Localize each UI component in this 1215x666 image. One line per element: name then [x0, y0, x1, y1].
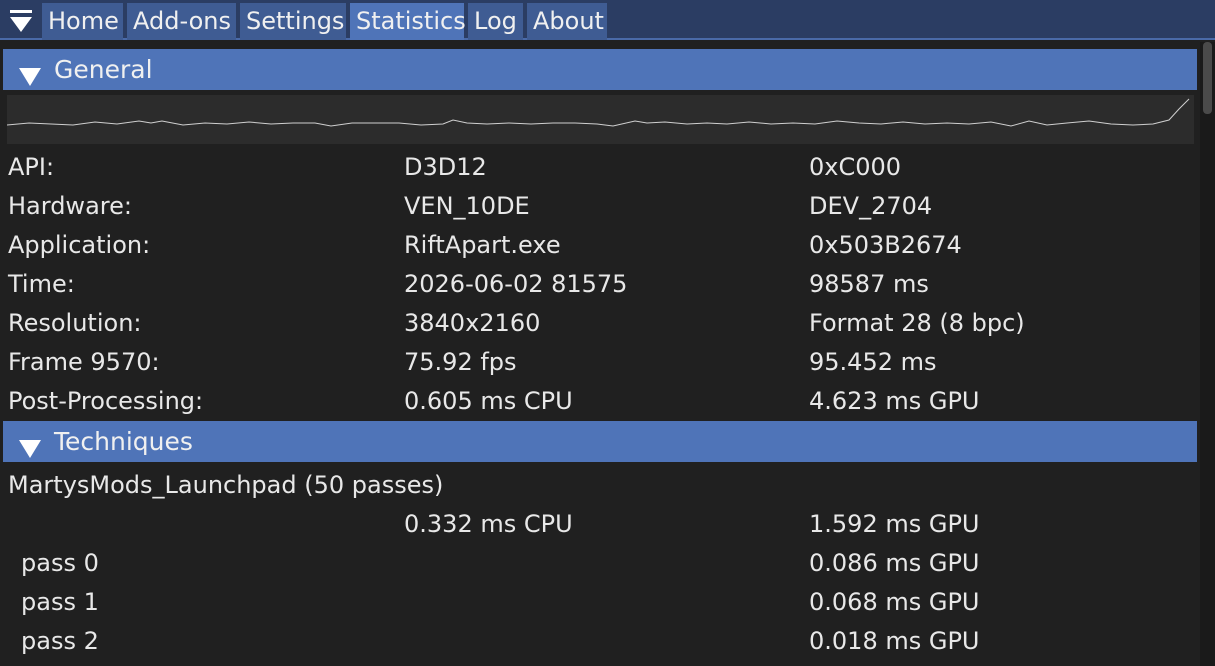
triangle-down-icon [17, 59, 43, 86]
technique-name-row: MartysMods_Launchpad (50 passes) [0, 466, 1200, 505]
tab-settings[interactable]: Settings [240, 3, 346, 40]
stat-value: RiftApart.exe [404, 231, 561, 259]
pass-row: pass 2 0.018 ms GPU [0, 622, 1200, 661]
stat-extra: 95.452 ms [809, 348, 937, 376]
pass-row: pass 0 0.086 ms GPU [0, 544, 1200, 583]
techniques-section-title: Techniques [54, 427, 193, 456]
pass-gpu-time: 0.068 ms GPU [809, 588, 980, 616]
technique-name: MartysMods_Launchpad (50 passes) [8, 471, 444, 499]
general-section-header[interactable]: General [3, 49, 1197, 90]
stat-label: Resolution: [8, 309, 142, 337]
pass-label: pass 0 [21, 549, 99, 577]
techniques-section-header[interactable]: Techniques [3, 421, 1197, 462]
tab-about[interactable]: About [527, 3, 607, 40]
triangle-down-menu-icon[interactable] [6, 4, 38, 38]
tab-bar: Home Add-ons Settings Statistics Log Abo… [0, 0, 1215, 40]
stat-extra: 0xC000 [809, 153, 902, 181]
stat-label: Application: [8, 231, 151, 259]
stat-value: 2026-06-02 81575 [404, 270, 628, 298]
stat-label: Hardware: [8, 192, 132, 220]
stat-extra: 4.623 ms GPU [809, 387, 980, 415]
stat-row-hardware: Hardware: VEN_10DE DEV_2704 [0, 187, 1200, 226]
general-section-title: General [54, 55, 153, 84]
pass-label: pass 2 [21, 627, 99, 655]
stat-value: 0.605 ms CPU [404, 387, 573, 415]
vertical-scrollbar[interactable] [1200, 42, 1215, 666]
tab-home[interactable]: Home [42, 3, 123, 40]
stat-row-api: API: D3D12 0xC000 [0, 148, 1200, 187]
technique-timing-row: 0.332 ms CPU 1.592 ms GPU [0, 505, 1200, 544]
stat-label: Frame 9570: [8, 348, 160, 376]
stat-extra: DEV_2704 [809, 192, 933, 220]
stat-row-resolution: Resolution: 3840x2160 Format 28 (8 bpc) [0, 304, 1200, 343]
stat-label: Time: [8, 270, 75, 298]
stat-row-frame: Frame 9570: 75.92 fps 95.452 ms [0, 343, 1200, 382]
stat-label: Post-Processing: [8, 387, 204, 415]
technique-gpu-time: 1.592 ms GPU [809, 510, 980, 538]
stat-label: API: [8, 153, 55, 181]
stat-value: D3D12 [404, 153, 487, 181]
stat-row-time: Time: 2026-06-02 81575 98587 ms [0, 265, 1200, 304]
tab-add-ons[interactable]: Add-ons [127, 3, 236, 40]
stat-extra: 0x503B2674 [809, 231, 962, 259]
stat-value: 75.92 fps [404, 348, 517, 376]
stat-extra: 98587 ms [809, 270, 929, 298]
stat-value: 3840x2160 [404, 309, 541, 337]
stat-row-application: Application: RiftApart.exe 0x503B2674 [0, 226, 1200, 265]
triangle-down-icon [17, 431, 43, 458]
pass-gpu-time: 0.018 ms GPU [809, 627, 980, 655]
frame-time-graph [6, 95, 1194, 144]
pass-row: pass 1 0.068 ms GPU [0, 583, 1200, 622]
pass-gpu-time: 0.086 ms GPU [809, 549, 980, 577]
tab-log[interactable]: Log [468, 3, 523, 40]
scrollbar-thumb[interactable] [1203, 42, 1212, 114]
pass-label: pass 1 [21, 588, 99, 616]
stat-extra: Format 28 (8 bpc) [809, 309, 1025, 337]
tab-statistics[interactable]: Statistics [350, 3, 466, 40]
stat-value: VEN_10DE [404, 192, 530, 220]
technique-cpu-time: 0.332 ms CPU [404, 510, 573, 538]
stat-row-post-processing: Post-Processing: 0.605 ms CPU 4.623 ms G… [0, 382, 1200, 421]
